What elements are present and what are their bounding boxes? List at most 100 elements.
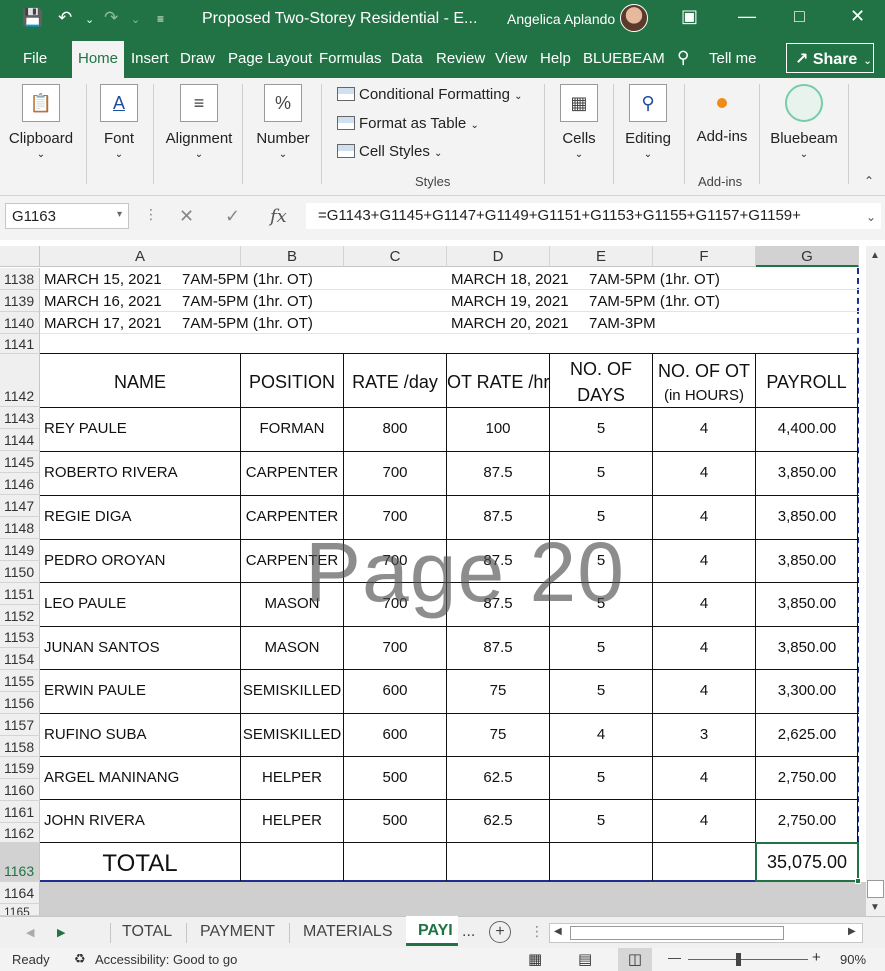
schedule-date[interactable]: MARCH 18, 2021 bbox=[451, 271, 569, 288]
scroll-tabs-right-icon[interactable]: ▶ bbox=[57, 926, 65, 939]
tab-draw[interactable]: Draw bbox=[180, 50, 215, 67]
cell-rate[interactable]: 700 bbox=[344, 508, 446, 525]
schedule-time[interactable]: 7AM-5PM (1hr. OT) bbox=[589, 271, 720, 288]
cell-position[interactable]: CARPENTER bbox=[241, 508, 343, 525]
header-rate[interactable]: RATE /day bbox=[344, 370, 446, 394]
cell-name[interactable]: ARGEL MANINANG bbox=[44, 769, 240, 786]
alignment-group[interactable]: ≡ Alignment ⌄ bbox=[163, 84, 235, 160]
tab-home[interactable]: Home bbox=[72, 41, 125, 78]
horizontal-scrollbar[interactable]: ◀ ▶ bbox=[549, 923, 863, 943]
sheet-tab-payment[interactable]: PAYMENT bbox=[200, 923, 275, 941]
collapse-ribbon-icon[interactable]: ⌃ bbox=[864, 174, 874, 188]
cell-days[interactable]: 5 bbox=[550, 812, 652, 829]
cell-ot-rate[interactable]: 87.5 bbox=[447, 639, 549, 656]
row-header[interactable]: 1151 bbox=[0, 583, 40, 605]
fill-handle[interactable] bbox=[855, 878, 861, 884]
cell-ot-rate[interactable]: 62.5 bbox=[447, 812, 549, 829]
row-header[interactable]: 1163 bbox=[0, 843, 40, 882]
tab-review[interactable]: Review bbox=[436, 50, 485, 67]
tab-formulas[interactable]: Formulas bbox=[319, 50, 382, 67]
expand-formula-icon[interactable]: ⌄ bbox=[866, 210, 876, 224]
cell-payroll[interactable]: 3,300.00 bbox=[756, 682, 858, 699]
column-header-f[interactable]: F bbox=[653, 246, 756, 267]
cell-name[interactable]: LEO PAULE bbox=[44, 595, 240, 612]
cell-days[interactable]: 5 bbox=[550, 769, 652, 786]
cell-payroll[interactable]: 2,750.00 bbox=[756, 812, 858, 829]
cell-payroll[interactable]: 3,850.00 bbox=[756, 508, 858, 525]
cell-ot-hours[interactable]: 4 bbox=[653, 464, 755, 481]
cell-ot-rate[interactable]: 75 bbox=[447, 726, 549, 743]
number-group[interactable]: % Number ⌄ bbox=[252, 84, 314, 160]
row-header[interactable]: 1139 bbox=[0, 290, 40, 312]
schedule-date[interactable]: MARCH 15, 2021 bbox=[44, 271, 162, 288]
row-header[interactable]: 1153 bbox=[0, 626, 40, 648]
save-icon[interactable]: 💾 bbox=[22, 8, 43, 28]
insert-function-icon[interactable]: fx bbox=[270, 206, 287, 227]
h-scroll-thumb[interactable] bbox=[570, 926, 784, 940]
cell-position[interactable]: MASON bbox=[241, 639, 343, 656]
row-header[interactable]: 1138 bbox=[0, 268, 40, 290]
tab-page-layout[interactable]: Page Layout bbox=[228, 50, 312, 67]
cell-ot-rate[interactable]: 62.5 bbox=[447, 769, 549, 786]
undo-dropdown-icon[interactable]: ⌄ bbox=[85, 13, 94, 26]
share-button[interactable]: ↗ Share ⌄ bbox=[786, 43, 874, 73]
cell-position[interactable]: HELPER bbox=[241, 812, 343, 829]
row-header[interactable]: 1144 bbox=[0, 429, 40, 451]
accessibility-status[interactable]: Accessibility: Good to go bbox=[95, 952, 237, 967]
cell-payroll[interactable]: 3,850.00 bbox=[756, 639, 858, 656]
header-payroll[interactable]: PAYROLL bbox=[756, 370, 857, 394]
ribbon-display-icon[interactable]: ▣ bbox=[681, 6, 698, 27]
row-header[interactable]: 1147 bbox=[0, 495, 40, 517]
cell-position[interactable]: SEMISKILLED bbox=[241, 726, 343, 743]
cell-name[interactable]: ROBERTO RIVERA bbox=[44, 464, 240, 481]
column-header-d[interactable]: D bbox=[447, 246, 550, 267]
tab-view[interactable]: View bbox=[495, 50, 527, 67]
cell-rate[interactable]: 700 bbox=[344, 464, 446, 481]
page-layout-view-icon[interactable]: ▤ bbox=[578, 950, 592, 968]
cell-ot-hours[interactable]: 4 bbox=[653, 812, 755, 829]
cell-ot-hours[interactable]: 4 bbox=[653, 552, 755, 569]
cell-payroll[interactable]: 2,750.00 bbox=[756, 769, 858, 786]
zoom-level[interactable]: 90% bbox=[840, 952, 866, 967]
scroll-up-icon[interactable]: ▲ bbox=[870, 250, 880, 261]
schedule-time[interactable]: 7AM-3PM bbox=[589, 315, 656, 332]
row-header[interactable]: 1162 bbox=[0, 823, 40, 843]
cell-position[interactable]: HELPER bbox=[241, 769, 343, 786]
add-sheet-icon[interactable]: + bbox=[489, 921, 511, 943]
cell-position[interactable]: SEMISKILLED bbox=[241, 682, 343, 699]
undo-icon[interactable]: ↶ bbox=[58, 8, 72, 28]
row-header[interactable]: 1140 bbox=[0, 312, 40, 334]
header-ot-rate[interactable]: OT RATE /hr bbox=[447, 370, 549, 394]
schedule-time[interactable]: 7AM-5PM (1hr. OT) bbox=[182, 315, 313, 332]
scroll-thumb[interactable] bbox=[867, 880, 884, 898]
header-ot-line1[interactable]: NO. OF OT bbox=[653, 359, 755, 383]
row-header[interactable]: 1160 bbox=[0, 779, 40, 801]
cell-ot-rate[interactable]: 75 bbox=[447, 682, 549, 699]
scroll-down-icon[interactable]: ▼ bbox=[870, 902, 880, 913]
cell-ot-hours[interactable]: 4 bbox=[653, 420, 755, 437]
row-header[interactable]: 1142 bbox=[0, 354, 40, 407]
cell-ot-rate[interactable]: 87.5 bbox=[447, 464, 549, 481]
vertical-scrollbar[interactable]: ▲ ▼ bbox=[866, 246, 885, 916]
schedule-date[interactable]: MARCH 19, 2021 bbox=[451, 293, 569, 310]
cell-styles-button[interactable]: Cell Styles ⌄ bbox=[337, 143, 442, 160]
cell-days[interactable]: 4 bbox=[550, 726, 652, 743]
row-header[interactable]: 1161 bbox=[0, 801, 40, 823]
cell-name[interactable]: PEDRO OROYAN bbox=[44, 552, 240, 569]
clipboard-group[interactable]: 📋 Clipboard ⌄ bbox=[8, 84, 74, 160]
cell-position[interactable]: CARPENTER bbox=[241, 464, 343, 481]
cell-days[interactable]: 5 bbox=[550, 639, 652, 656]
cell-ot-rate[interactable]: 87.5 bbox=[447, 508, 549, 525]
conditional-formatting-button[interactable]: Conditional Formatting ⌄ bbox=[337, 86, 522, 103]
avatar[interactable] bbox=[620, 4, 648, 32]
header-name[interactable]: NAME bbox=[40, 370, 240, 394]
row-header[interactable]: 1143 bbox=[0, 407, 40, 429]
total-label[interactable]: TOTAL bbox=[40, 850, 240, 878]
row-header[interactable]: 1155 bbox=[0, 670, 40, 692]
scroll-right-icon[interactable]: ▶ bbox=[848, 926, 856, 937]
cell-rate[interactable]: 600 bbox=[344, 726, 446, 743]
tab-help[interactable]: Help bbox=[540, 50, 571, 67]
header-ot-line2[interactable]: (in HOURS) bbox=[653, 384, 755, 408]
header-position[interactable]: POSITION bbox=[241, 370, 343, 394]
cancel-icon[interactable]: ✕ bbox=[179, 206, 194, 227]
